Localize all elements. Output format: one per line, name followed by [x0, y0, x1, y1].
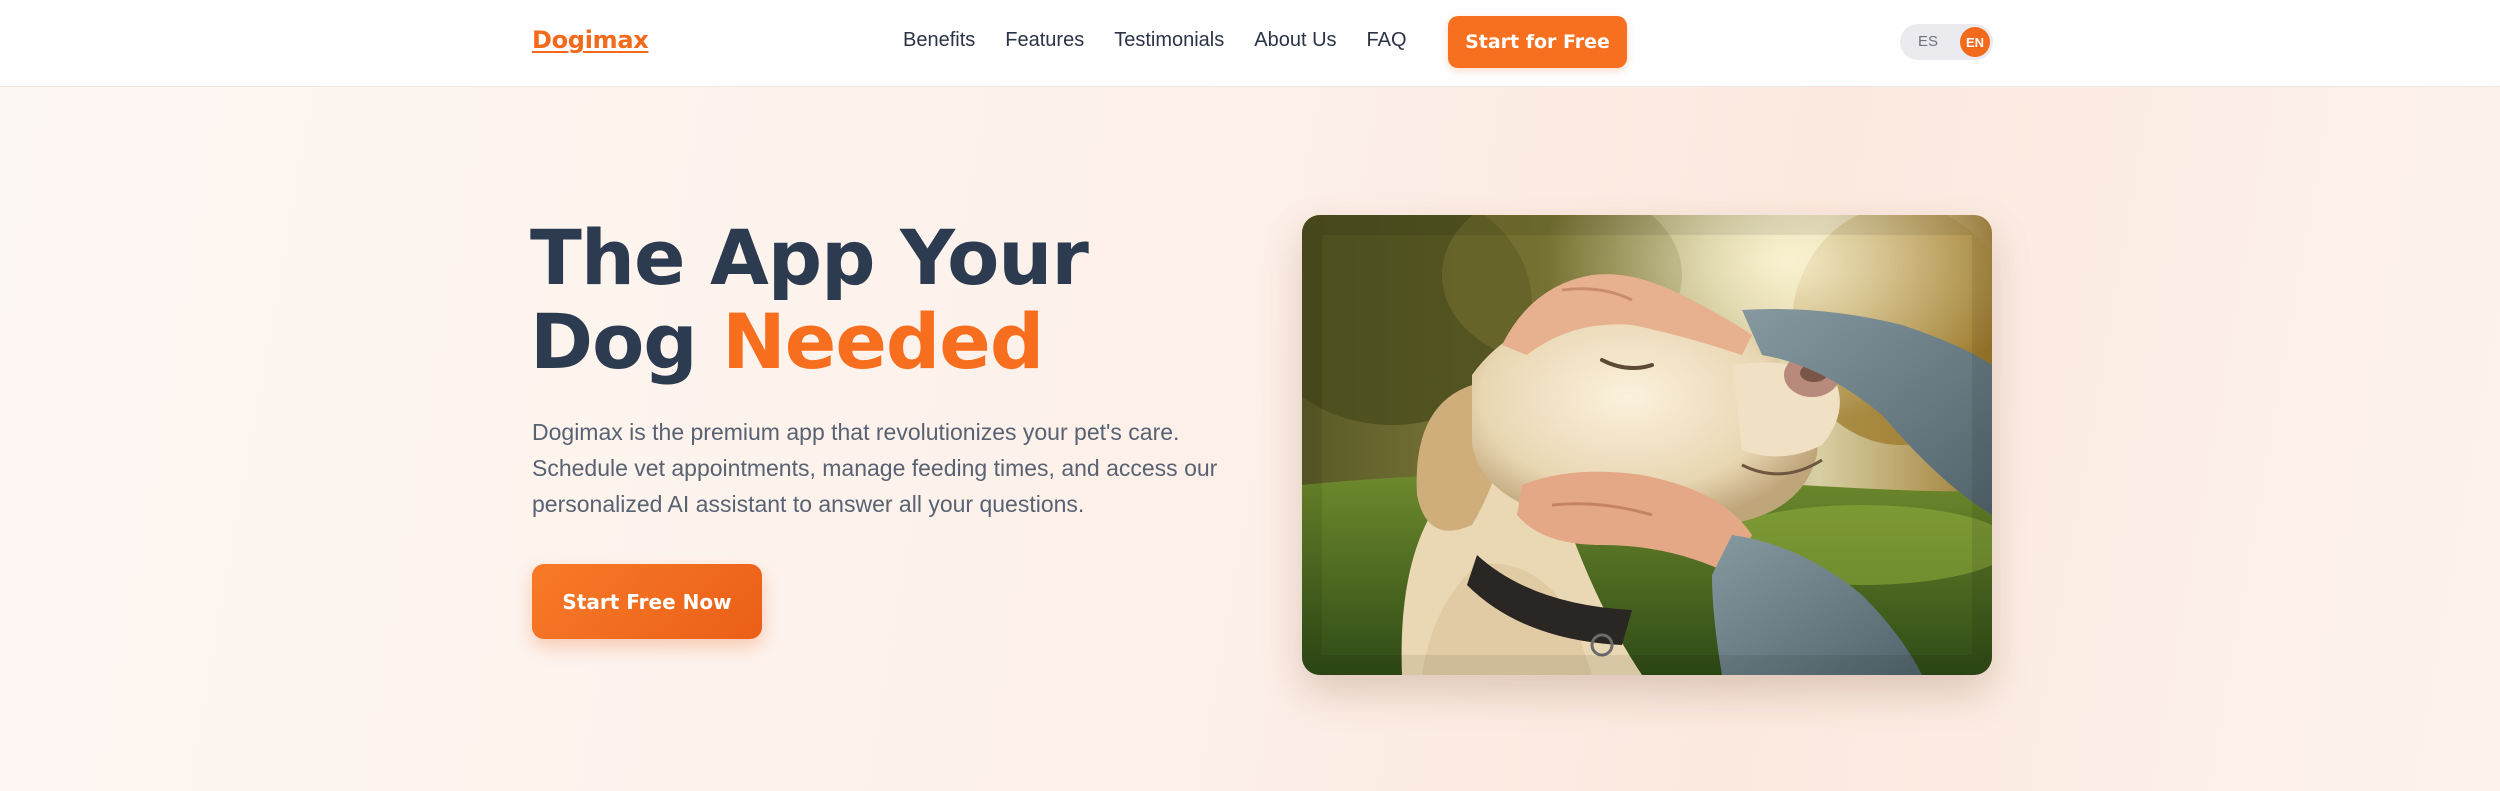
nav-link-features[interactable]: Features	[1005, 29, 1084, 52]
start-for-free-button[interactable]: Start for Free	[1448, 16, 1627, 68]
hero-title: The App Your Dog Needed	[530, 213, 1089, 386]
nav-link-benefits[interactable]: Benefits	[903, 29, 975, 52]
main-nav: Benefits Features Testimonials About Us …	[903, 29, 1407, 52]
language-option-es[interactable]: ES	[1918, 33, 1938, 50]
site-header: Dogimax Benefits Features Testimonials A…	[0, 0, 2500, 87]
nav-link-faq[interactable]: FAQ	[1367, 29, 1407, 52]
logo-link[interactable]: Dogimax	[532, 26, 649, 54]
language-toggle[interactable]: ES EN	[1900, 24, 1993, 60]
hero-title-line2: Dog	[530, 297, 698, 386]
hero-section: The App Your Dog Needed Dogimax is the p…	[0, 87, 2500, 791]
nav-link-about-us[interactable]: About Us	[1254, 29, 1336, 52]
nav-link-testimonials[interactable]: Testimonials	[1114, 29, 1224, 52]
hero-dog-photo	[1302, 215, 1992, 675]
hero-description: Dogimax is the premium app that revoluti…	[532, 419, 1218, 517]
start-free-now-button[interactable]: Start Free Now	[532, 564, 762, 639]
hero-title-accent: Needed	[722, 297, 1044, 386]
hero-title-line1: The App Your	[530, 213, 1089, 302]
language-option-en[interactable]: EN	[1960, 27, 1990, 57]
